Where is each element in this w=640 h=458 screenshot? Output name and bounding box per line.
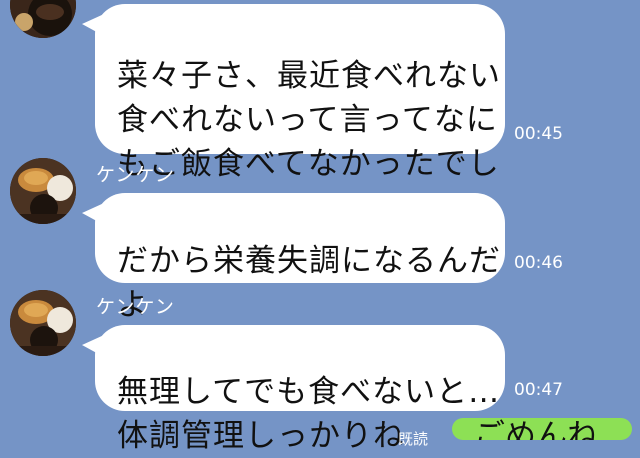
message-bubble-3[interactable]: 無理してでも食べないと… 体調管理しっかりね bbox=[82, 325, 505, 454]
message-text: 無理してでも食べないと… 体調管理しっかりね bbox=[117, 374, 501, 454]
sender-avatar[interactable] bbox=[10, 0, 76, 38]
sender-name: ケンケン bbox=[96, 296, 175, 318]
message-bubble-2[interactable]: だから栄養失調になるんだよ bbox=[82, 193, 505, 323]
food-plate-avatar-icon bbox=[10, 158, 76, 224]
message-time: 00:46 bbox=[514, 253, 563, 273]
read-receipt: 既読 bbox=[398, 430, 429, 448]
message-time: 00:47 bbox=[514, 380, 563, 400]
sender-avatar[interactable] bbox=[10, 158, 76, 224]
sender-avatar[interactable] bbox=[10, 290, 76, 356]
outgoing-message-bubble[interactable]: ごめんね bbox=[452, 418, 632, 440]
sender-name: ケンケン bbox=[96, 164, 175, 186]
message-time: 00:45 bbox=[514, 124, 563, 144]
food-plate-avatar-icon bbox=[10, 0, 76, 38]
food-plate-avatar-icon bbox=[10, 290, 76, 356]
message-bubble-1[interactable]: 菜々子さ、最近食べれない食べれないって言ってなにもご飯食べてなかったでしょ？ bbox=[82, 4, 505, 226]
outgoing-message-text: ごめんね bbox=[474, 418, 598, 440]
